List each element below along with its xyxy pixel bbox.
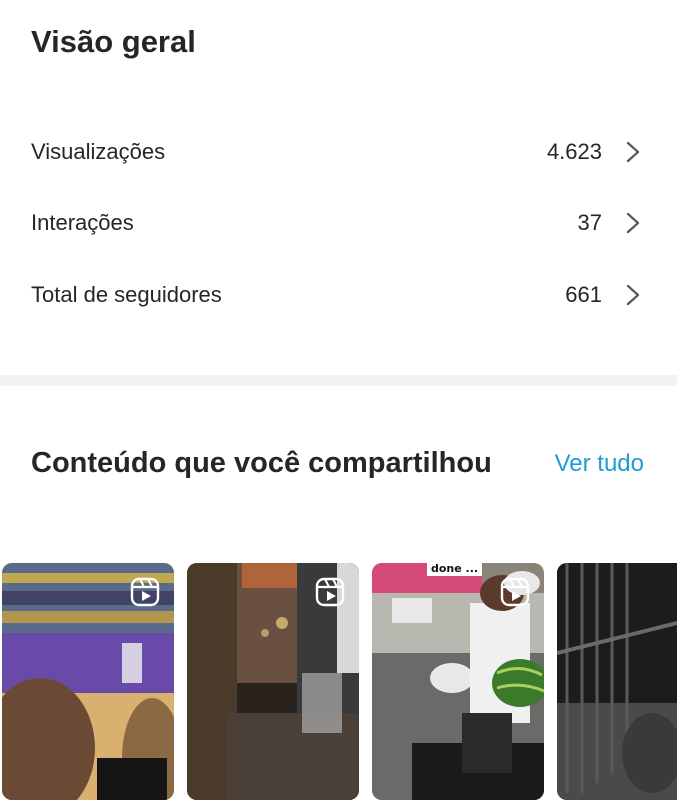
metric-label: Visualizações	[31, 139, 166, 164]
metric-row-followers[interactable]: Total de seguidores 661	[0, 265, 677, 325]
metric-value: 37	[577, 210, 602, 235]
reel-icon	[315, 577, 345, 607]
shared-content-carousel[interactable]: done ...	[0, 563, 677, 800]
chevron-right-icon	[626, 141, 640, 163]
reel-icon	[500, 577, 530, 607]
section-divider	[0, 375, 677, 386]
metric-value: 661	[565, 282, 602, 307]
chevron-right-icon	[626, 284, 640, 306]
chevron-right-icon	[626, 212, 640, 234]
see-all-link[interactable]: Ver tudo	[555, 448, 644, 480]
overview-title: Visão geral	[31, 24, 196, 59]
overview-section: Visão geral Visualizações 4.623 Interaçõ…	[0, 0, 677, 375]
metric-row-interactions[interactable]: Interações 37	[0, 193, 677, 253]
content-thumbnail-2[interactable]	[187, 563, 359, 800]
shared-content-title: Conteúdo que você compartilhou	[31, 447, 492, 479]
thumbnail-caption: done ...	[427, 563, 483, 576]
content-thumbnail-1[interactable]	[2, 563, 174, 800]
thumbnail-image	[557, 563, 677, 800]
metric-value: 4.623	[546, 139, 602, 164]
metric-row-views[interactable]: Visualizações 4.623	[0, 122, 677, 182]
metric-label: Interações	[31, 210, 134, 235]
metric-label: Total de seguidores	[31, 282, 222, 307]
content-thumbnail-4[interactable]	[557, 563, 677, 800]
reel-icon	[130, 577, 160, 607]
content-thumbnail-3[interactable]: done ...	[372, 563, 544, 800]
